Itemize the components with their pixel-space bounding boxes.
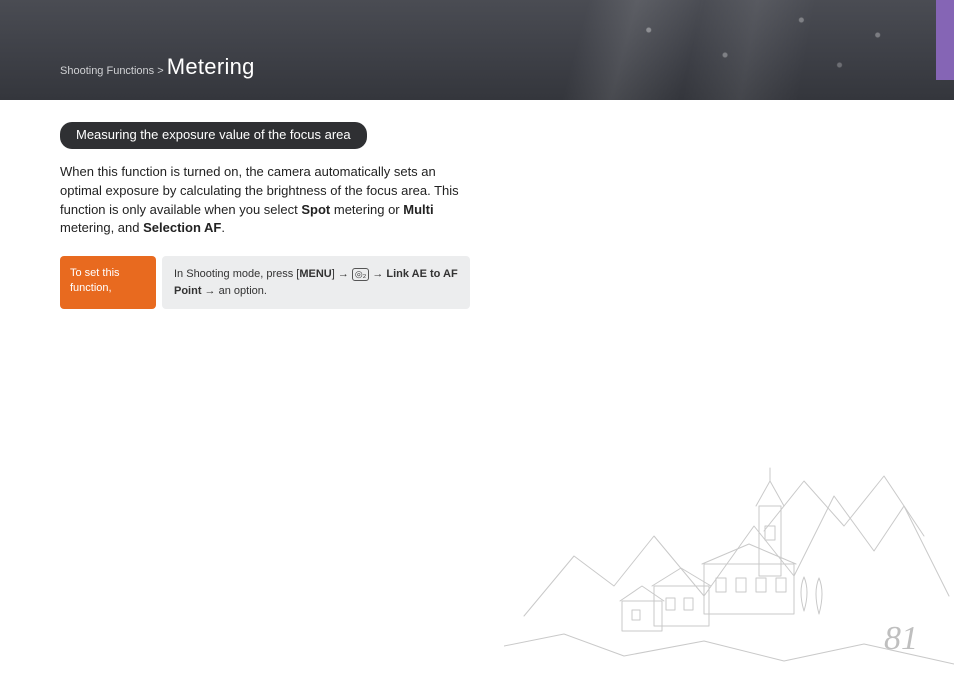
- page-title: Metering: [167, 54, 255, 79]
- menu-button-label: MENU: [299, 268, 331, 280]
- content-column: Measuring the exposure value of the focu…: [0, 100, 470, 309]
- side-tab: [936, 0, 954, 80]
- para-text: metering, and: [60, 220, 143, 235]
- para-text: metering or: [330, 202, 403, 217]
- camera-mode-icon: ◎₂: [352, 268, 369, 281]
- breadcrumb-prefix: Shooting Functions >: [60, 65, 167, 77]
- step-arrow: ] →: [332, 268, 352, 280]
- section-paragraph: When this function is turned on, the cam…: [60, 163, 470, 238]
- para-bold-spot: Spot: [301, 202, 330, 217]
- instruction-label: To set this function,: [60, 256, 156, 309]
- section-heading-pill: Measuring the exposure value of the focu…: [60, 122, 367, 149]
- step-text: In Shooting mode, press [: [174, 268, 299, 280]
- step-text: → an option.: [202, 285, 267, 297]
- para-bold-multi: Multi: [403, 202, 433, 217]
- breadcrumb: Shooting Functions > Metering: [60, 54, 255, 80]
- instruction-steps: In Shooting mode, press [MENU] → ◎₂ → Li…: [162, 256, 470, 309]
- step-arrow: →: [369, 268, 386, 280]
- para-text: .: [221, 220, 225, 235]
- instruction-row: To set this function, In Shooting mode, …: [60, 256, 470, 309]
- page-header: Shooting Functions > Metering: [0, 0, 954, 100]
- page-number: 81: [884, 620, 918, 658]
- para-bold-selectionaf: Selection AF: [143, 220, 221, 235]
